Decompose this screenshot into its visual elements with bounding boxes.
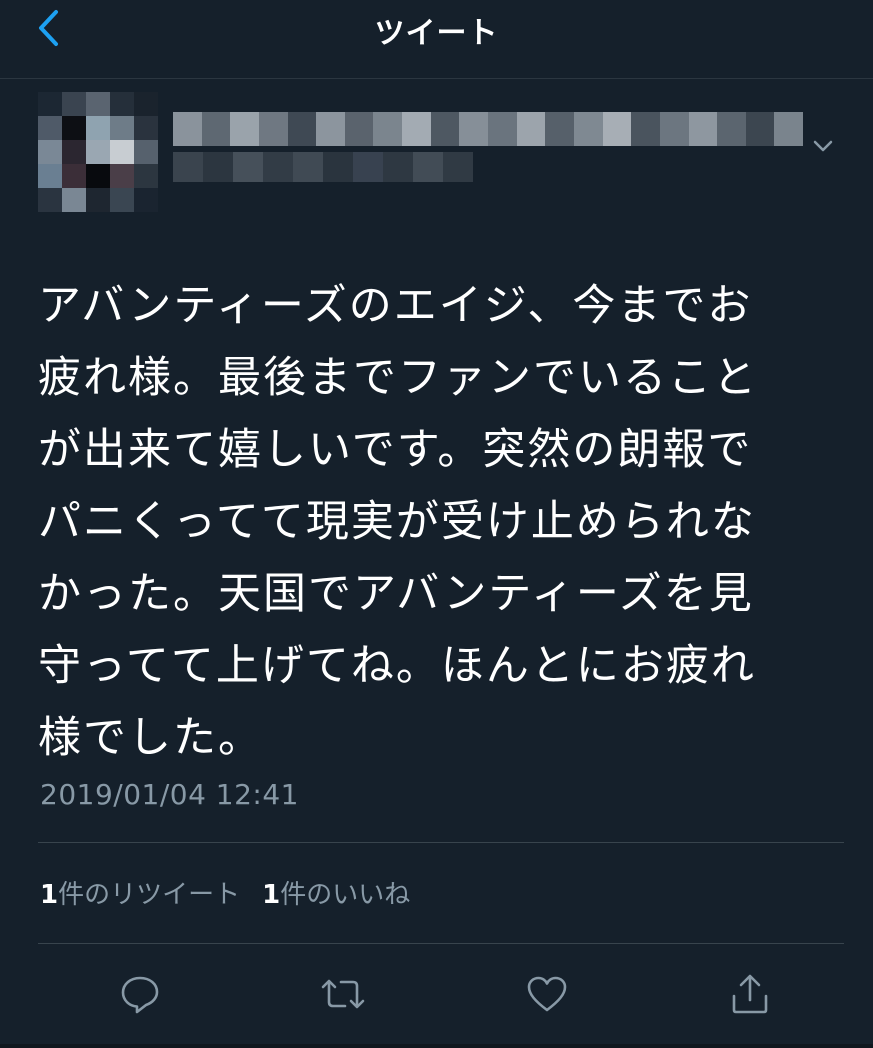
top-navigation-bar: ツイート bbox=[0, 0, 873, 79]
divider bbox=[38, 943, 844, 944]
avatar[interactable] bbox=[38, 92, 158, 212]
share-icon bbox=[728, 972, 772, 1020]
like-count-link[interactable]: 1件のいいね bbox=[262, 874, 410, 911]
tweet-detail-screen: ツイート アバンティーズのエイジ、今までお 疲れ様。最後までファンでいること が… bbox=[0, 0, 873, 1048]
engagement-stats: 1件のリツイート 1件のいいね bbox=[40, 874, 410, 911]
share-button[interactable] bbox=[710, 968, 790, 1024]
reply-icon bbox=[118, 972, 162, 1020]
display-name bbox=[173, 112, 804, 146]
tweet-options-button[interactable] bbox=[808, 135, 838, 159]
retweet-icon bbox=[318, 972, 368, 1020]
divider bbox=[38, 842, 844, 843]
like-count: 1 bbox=[262, 880, 281, 910]
reply-button[interactable] bbox=[100, 968, 180, 1024]
like-button[interactable] bbox=[507, 968, 587, 1024]
bottom-edge bbox=[0, 1044, 873, 1048]
chevron-down-icon bbox=[812, 138, 834, 157]
retweet-label: 件のリツイート bbox=[58, 880, 241, 910]
tweet-body: アバンティーズのエイジ、今までお 疲れ様。最後までファンでいること が出来て嬉し… bbox=[38, 281, 758, 763]
retweet-button[interactable] bbox=[303, 968, 383, 1024]
tweet-timestamp: 2019/01/04 12:41 bbox=[40, 778, 299, 811]
tweet-author[interactable] bbox=[38, 92, 828, 212]
heart-icon bbox=[525, 972, 569, 1020]
retweet-count-link[interactable]: 1件のリツイート bbox=[40, 874, 240, 911]
retweet-count: 1 bbox=[40, 880, 59, 910]
user-handle bbox=[173, 152, 473, 182]
page-title: ツイート bbox=[374, 16, 499, 51]
action-bar bbox=[100, 968, 790, 1024]
like-label: 件のいいね bbox=[280, 880, 411, 910]
